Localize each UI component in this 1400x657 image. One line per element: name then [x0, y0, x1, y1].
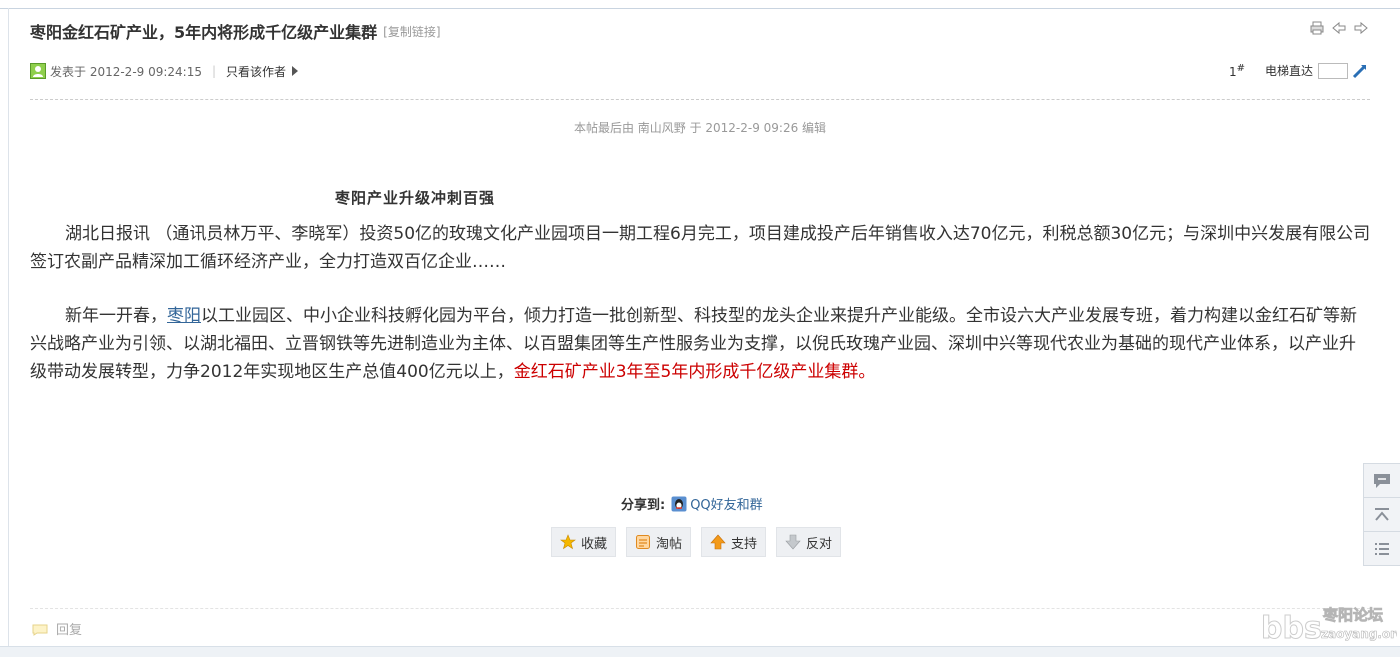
only-author-link[interactable]: 只看该作者 [226, 63, 286, 80]
content-paragraph-1: 湖北日报讯 （通讯员林万平、李晓军）投资50亿的玫瑰文化产业园项目一期工程6月完… [30, 224, 1371, 272]
floor-mark: # [1236, 62, 1245, 74]
support-button[interactable]: 支持 [701, 527, 767, 557]
favorite-button[interactable]: 收藏 [551, 527, 617, 557]
support-label: 支持 [731, 536, 758, 552]
side-toolbar [1363, 463, 1400, 566]
floor-jump-input[interactable] [1318, 62, 1348, 79]
reply-link[interactable]: 回复 [56, 619, 82, 638]
post-meta: 发表于 2012-2-9 09:24:15 | 只看该作者 [30, 62, 299, 80]
site-watermark-logo: bbs 枣阳论坛 zaoyang.org [1255, 602, 1400, 647]
star-icon [560, 534, 576, 550]
frame-left-border [8, 8, 9, 648]
zaoyang-link[interactable]: 枣阳 [167, 306, 201, 326]
tao-icon [635, 534, 651, 550]
back-to-top-icon[interactable] [1364, 498, 1400, 532]
meta-separator: | [212, 64, 217, 78]
para2-intro: 新年一开春， [65, 306, 167, 326]
svg-text:枣阳论坛: 枣阳论坛 [1322, 606, 1383, 624]
copy-link[interactable]: [复制链接] [383, 23, 440, 40]
floor-number-value: 1 [1228, 64, 1237, 79]
title-tools [1310, 21, 1368, 35]
frame-top-border [0, 8, 1400, 9]
post-time: 发表于 2012-2-9 09:24:15 [50, 64, 202, 79]
prev-thread-icon[interactable] [1332, 21, 1346, 35]
floor-tools: 1# 电梯直达 [1229, 62, 1368, 79]
share-row: 分享到: QQ好友和群 [621, 494, 763, 513]
content-subheading: 枣阳产业升级冲刺百强 [335, 189, 496, 207]
post-title-row: 枣阳金红石矿产业，5年内将形成千亿级产业集群 [复制链接] [30, 19, 441, 43]
post-title: 枣阳金红石矿产业，5年内将形成千亿级产业集群 [30, 23, 378, 42]
frame-bottom-bar [0, 646, 1400, 657]
reply-icon[interactable] [32, 622, 48, 636]
arrow-down-icon [785, 534, 801, 550]
post-content: 枣阳产业升级冲刺百强 湖北日报讯 （通讯员林万平、李晓军）投资50亿的玫瑰文化产… [30, 184, 1372, 386]
tao-button[interactable]: 淘帖 [626, 527, 692, 557]
share-label: 分享到: [621, 498, 666, 513]
tao-label: 淘帖 [656, 536, 683, 552]
content-paragraph-2: 新年一开春，枣阳以工业园区、中小企业科技孵化园为平台，倾力打造一批创新型、科技型… [30, 302, 1372, 386]
post-actions: 收藏 淘帖 支持 反对 [551, 527, 842, 557]
quick-reply-icon[interactable] [1364, 464, 1400, 498]
arrow-up-icon [710, 534, 726, 550]
oppose-button[interactable]: 反对 [776, 527, 842, 557]
oppose-label: 反对 [806, 536, 833, 552]
next-thread-icon[interactable] [1354, 21, 1368, 35]
footer-divider [30, 608, 1370, 609]
play-arrow-icon [292, 66, 299, 76]
floor-number: 1# [1229, 63, 1245, 79]
svg-text:bbs: bbs [1261, 611, 1322, 646]
print-icon[interactable] [1310, 21, 1324, 35]
edit-note: 本帖最后由 南山风野 于 2012-2-9 09:26 编辑 [573, 121, 827, 135]
jump-go-icon[interactable] [1352, 63, 1368, 79]
share-qq-link[interactable]: QQ好友和群 [690, 494, 762, 513]
list-icon[interactable] [1364, 532, 1400, 565]
qq-icon[interactable] [671, 496, 687, 512]
svg-text:zaoyang.org: zaoyang.org [1321, 627, 1397, 641]
divider [30, 99, 1370, 100]
favorite-label: 收藏 [581, 536, 608, 552]
reply-row: 回复 [32, 619, 82, 638]
para2-highlight: 金红石矿产业3年至5年内形成千亿级产业集群。 [513, 362, 876, 382]
online-user-icon [30, 63, 46, 79]
jump-label: 电梯直达 [1264, 64, 1313, 78]
